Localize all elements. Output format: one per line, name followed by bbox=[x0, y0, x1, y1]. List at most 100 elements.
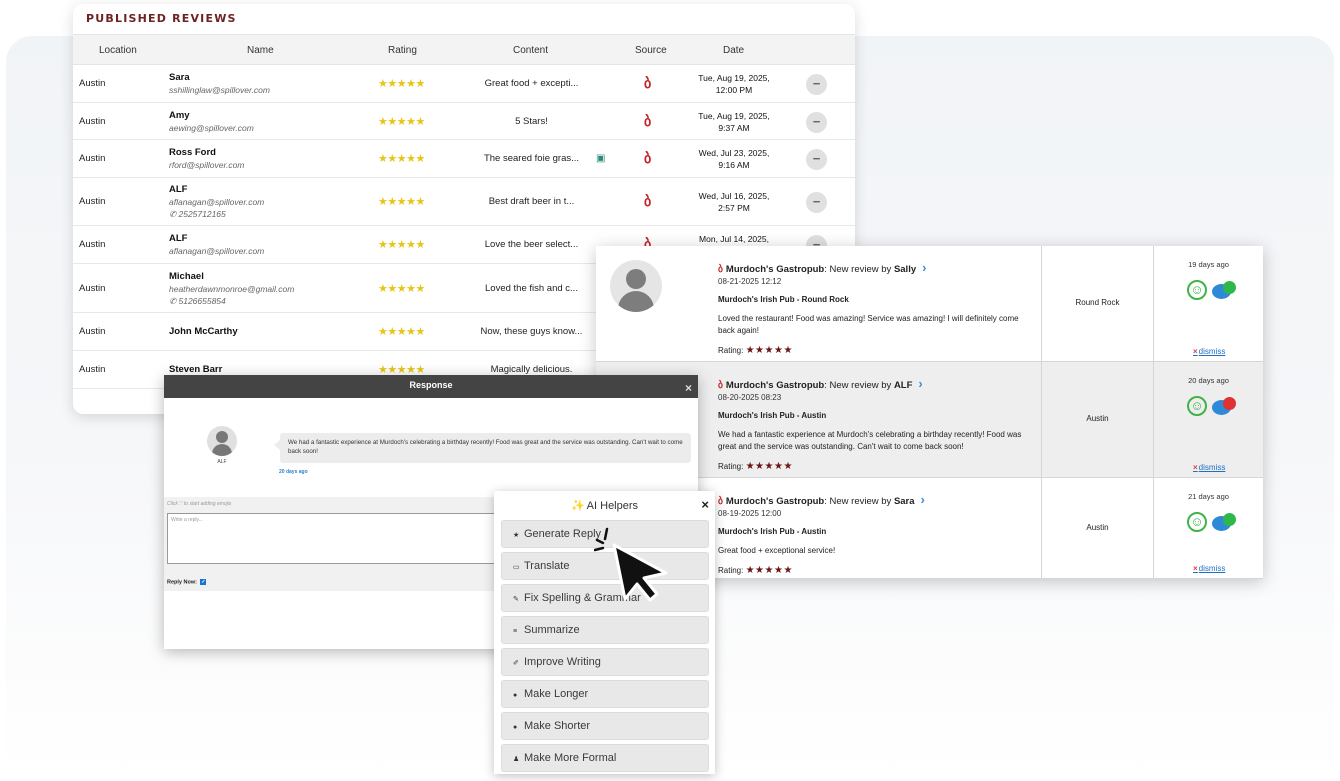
helper-label: Make Shorter bbox=[524, 720, 591, 732]
col-location[interactable]: Location bbox=[99, 45, 137, 56]
notification-item[interactable]: ბ Murdoch's Gastropub: New review by Sall… bbox=[596, 246, 1263, 362]
rating-label: Rating: bbox=[718, 462, 744, 471]
reviewer-name: ALF bbox=[217, 459, 227, 465]
ai-helper-button-make-more-formal[interactable]: ♟ Make More Formal bbox=[501, 744, 709, 772]
row-name-block: John McCarthy bbox=[169, 326, 238, 337]
review-date: Tue, Aug 19, 2025, 12:00 PM bbox=[691, 72, 777, 96]
review-time-line: 2:57 PM bbox=[718, 203, 750, 213]
dismiss-link[interactable]: ×dismiss bbox=[1193, 564, 1225, 573]
review-content[interactable]: Magically delicious. bbox=[473, 364, 590, 375]
review-content[interactable]: 5 Stars! bbox=[473, 116, 590, 127]
opentable-logo-icon: ბ bbox=[718, 264, 723, 275]
ai-helper-button-summarize[interactable]: ≡ Summarize bbox=[501, 616, 709, 644]
dismiss-label: dismiss bbox=[1198, 564, 1226, 573]
row-name-block: ALF aflanagan@spillover.com ✆ 2525712165 bbox=[169, 184, 264, 220]
reply-now-label: Reply Now: bbox=[167, 579, 197, 586]
review-text: We had a fantastic experience at Murdoch… bbox=[718, 430, 1022, 451]
table-row[interactable]: Austin Amy aewing@spillover.com ★★★★★ 5 Star… bbox=[73, 103, 855, 140]
business-name[interactable]: Murdoch's Gastropub bbox=[726, 264, 824, 275]
table-row[interactable]: Austin ALF aflanagan@spillover.com ✆ 252571… bbox=[73, 178, 855, 226]
review-content[interactable]: Love the beer select... bbox=[473, 239, 590, 250]
chevron-right-icon[interactable]: › bbox=[922, 260, 926, 275]
review-date: Wed, Jul 16, 2025, 2:57 PM bbox=[691, 190, 777, 214]
rating-label: Rating: bbox=[718, 566, 744, 575]
reply-textarea[interactable]: Write a reply... bbox=[167, 513, 507, 564]
venue-name: Murdoch's Irish Pub - Austin bbox=[718, 411, 827, 420]
notification-location: Round Rock bbox=[1075, 298, 1120, 307]
remove-review-button[interactable]: − bbox=[806, 192, 827, 213]
notification-body: ბ Murdoch's Gastropub: New review by Sara… bbox=[718, 492, 1034, 576]
reply-now-checkbox[interactable]: ✓ bbox=[200, 579, 207, 585]
ai-helper-button-make-shorter[interactable]: ● Make Shorter bbox=[501, 712, 709, 740]
review-date-line: Tue, Aug 19, 2025, bbox=[698, 111, 770, 121]
reviewer-name: ALF bbox=[169, 184, 188, 195]
helper-icon: ✎ bbox=[513, 596, 519, 603]
col-name[interactable]: Name bbox=[247, 45, 274, 56]
opentable-logo-icon: ბ bbox=[644, 193, 652, 209]
helper-label: Summarize bbox=[524, 624, 580, 636]
star-rating: ★★★★★ bbox=[378, 196, 425, 208]
close-icon[interactable]: × bbox=[685, 378, 692, 398]
notification-body: ბ Murdoch's Gastropub: New review by Sall… bbox=[718, 260, 1034, 356]
reviewer-name: Michael bbox=[169, 271, 204, 282]
dismiss-link[interactable]: ×dismiss bbox=[1193, 463, 1225, 472]
col-content[interactable]: Content bbox=[513, 45, 548, 56]
star-rating: ★★★★★ bbox=[378, 153, 425, 165]
opentable-logo-icon: ბ bbox=[718, 496, 723, 507]
chevron-right-icon[interactable]: › bbox=[918, 376, 922, 391]
close-icon[interactable]: × bbox=[701, 497, 709, 512]
ai-helper-button-improve-writing[interactable]: ✐ Improve Writing bbox=[501, 648, 709, 676]
review-message-bubble: We had a fantastic experience at Murdoch… bbox=[274, 433, 691, 463]
remove-review-button[interactable]: − bbox=[806, 112, 827, 133]
smiley-icon[interactable]: ☺ bbox=[1187, 512, 1207, 532]
review-time-line: 9:16 AM bbox=[718, 160, 750, 170]
star-rating: ★★★★★ bbox=[378, 326, 425, 338]
col-rating[interactable]: Rating bbox=[388, 45, 417, 56]
chevron-right-icon[interactable]: › bbox=[921, 492, 925, 507]
review-content[interactable]: Now, these guys know... bbox=[473, 326, 590, 337]
rating-label: Rating: bbox=[718, 346, 744, 355]
notification-age: 19 days ago bbox=[1188, 260, 1229, 269]
review-date-line: Wed, Jul 23, 2025, bbox=[698, 148, 770, 158]
review-content[interactable]: Great food + excepti... bbox=[473, 78, 590, 89]
star-rating: ★★★★★ bbox=[378, 78, 425, 90]
image-attachment-icon[interactable]: ▣ bbox=[596, 153, 605, 164]
review-datetime: 08-20-2025 08:23 bbox=[718, 393, 782, 402]
business-name[interactable]: Murdoch's Gastropub bbox=[726, 380, 824, 391]
smiley-icon[interactable]: ☺ bbox=[1187, 396, 1207, 416]
row-name-block: Steven Barr bbox=[169, 364, 222, 375]
review-date-line: Tue, Aug 19, 2025, bbox=[698, 73, 770, 83]
remove-review-button[interactable]: − bbox=[806, 74, 827, 95]
reviewer-name: Ross Ford bbox=[169, 147, 216, 158]
business-name[interactable]: Murdoch's Gastropub bbox=[726, 496, 824, 507]
review-date-line: Mon, Jul 14, 2025, bbox=[699, 234, 769, 244]
review-content[interactable]: The seared foie gras... bbox=[473, 153, 590, 164]
dismiss-link[interactable]: ×dismiss bbox=[1193, 347, 1225, 356]
reviews-table-header: Location Name Rating Content Source Date bbox=[73, 34, 855, 65]
helper-icon: ▭ bbox=[513, 564, 520, 571]
remove-review-button[interactable]: − bbox=[806, 149, 827, 170]
notification-prefix: : New review by bbox=[824, 496, 894, 507]
ai-helper-button-make-longer[interactable]: ● Make Longer bbox=[501, 680, 709, 708]
star-rating: ★★★★★ bbox=[378, 239, 425, 251]
magic-wand-icon: ✨ bbox=[570, 500, 585, 512]
notification-location: Austin bbox=[1086, 523, 1109, 532]
table-row[interactable]: Austin Ross Ford rford@spillover.com ★★★★★ T… bbox=[73, 140, 855, 178]
opentable-logo-icon: ბ bbox=[644, 113, 652, 129]
row-name-block: Michael heatherdawnmonroe@gmail.com ✆ 5126… bbox=[169, 271, 294, 307]
table-row[interactable]: Austin Sara sshillinglaw@spillover.com ★★★★… bbox=[73, 65, 855, 103]
review-content[interactable]: Loved the fish and c... bbox=[473, 283, 590, 294]
smiley-icon[interactable]: ☺ bbox=[1187, 280, 1207, 300]
col-date[interactable]: Date bbox=[723, 45, 744, 56]
review-content[interactable]: Best draft beer in t... bbox=[473, 196, 590, 207]
mouse-pointer-icon bbox=[594, 527, 668, 602]
col-source[interactable]: Source bbox=[635, 45, 667, 56]
reply-now-row: Reply Now: ✓ bbox=[167, 579, 207, 586]
star-rating: ★★★★★ bbox=[745, 565, 793, 576]
review-date: Tue, Aug 19, 2025, 9:37 AM bbox=[691, 110, 777, 134]
reviewer-email: rford@spillover.com bbox=[169, 160, 245, 170]
review-text: Great food + exceptional service! bbox=[718, 546, 836, 555]
review-date: Wed, Jul 23, 2025, 9:16 AM bbox=[691, 147, 777, 171]
helper-label: Make More Formal bbox=[524, 752, 617, 764]
row-location: Austin bbox=[79, 153, 106, 164]
